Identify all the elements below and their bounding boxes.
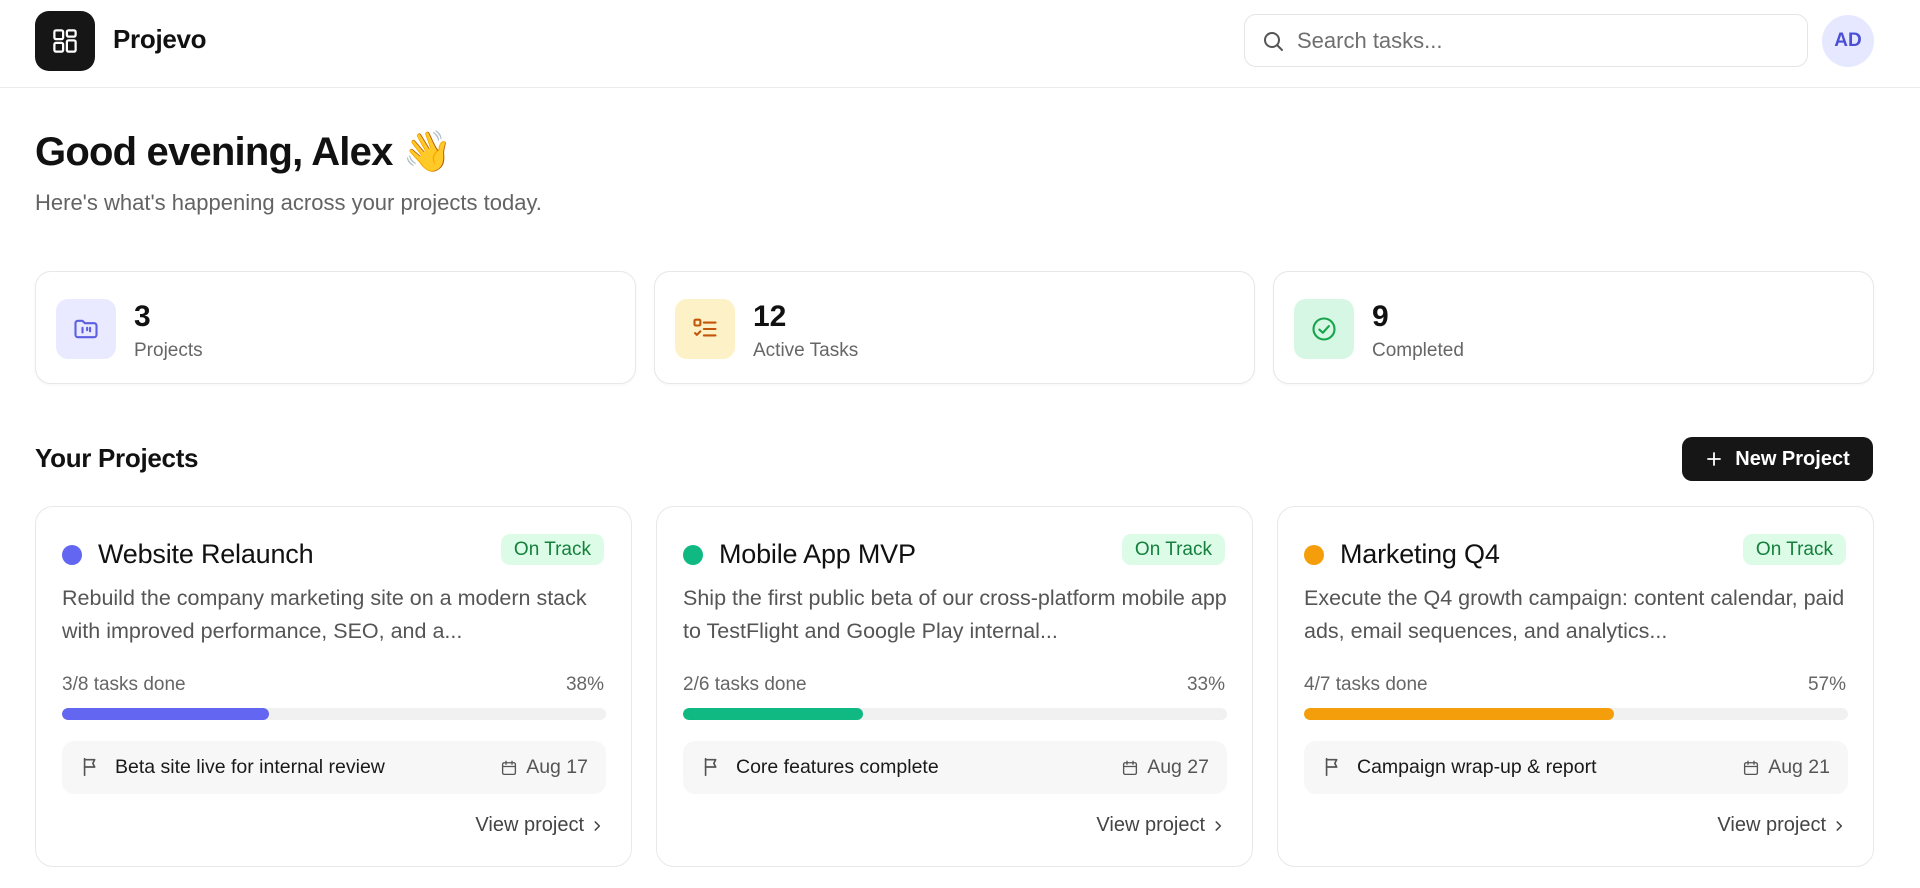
milestone-date-wrap: Aug 27 — [1121, 756, 1209, 779]
progress-percent: 57% — [1807, 674, 1846, 695]
progress-fill — [683, 708, 863, 720]
user-avatar[interactable]: AD — [1822, 15, 1874, 67]
milestone-date: Aug 27 — [1147, 756, 1209, 778]
dashboard-grid-icon — [53, 29, 77, 53]
project-color-dot — [62, 545, 82, 565]
stat-value: 12 — [753, 300, 787, 333]
task-list-icon — [675, 299, 735, 359]
check-circle-icon — [1294, 299, 1354, 359]
search-icon — [1261, 28, 1287, 54]
milestone: Core features complete Aug 27 — [683, 741, 1227, 794]
tasks-done: 3/8 tasks done — [62, 674, 186, 695]
view-project-label: View project — [475, 814, 584, 836]
top-bar: Projevo AD — [0, 0, 1920, 88]
brand-name: Projevo — [113, 24, 207, 54]
flag-icon — [80, 756, 102, 778]
milestone-date-wrap: Aug 17 — [500, 756, 588, 779]
progress-fill — [62, 708, 269, 720]
milestone-date-wrap: Aug 21 — [1742, 756, 1830, 779]
view-project-label: View project — [1717, 814, 1826, 836]
greeting-subtitle: Here's what's happening across your proj… — [35, 190, 542, 215]
status-badge: On Track — [1121, 534, 1225, 565]
milestone-title: Core features complete — [736, 756, 939, 778]
project-title: Mobile App MVP — [719, 539, 916, 569]
tasks-done: 4/7 tasks done — [1304, 674, 1428, 695]
folder-icon — [56, 299, 116, 359]
new-project-button[interactable]: New Project — [1682, 437, 1873, 481]
project-color-dot — [1304, 545, 1324, 565]
stat-value: 9 — [1372, 300, 1389, 333]
project-card[interactable]: Website Relaunch On Track Rebuild the co… — [35, 506, 632, 867]
progress-bar — [1304, 708, 1848, 720]
project-color-dot — [683, 545, 703, 565]
stat-label: Projects — [134, 340, 203, 361]
chevron-right-icon — [590, 819, 604, 833]
flag-icon — [1322, 756, 1344, 778]
stat-label: Completed — [1372, 340, 1464, 361]
progress-bar — [62, 708, 606, 720]
progress-percent: 33% — [1186, 674, 1225, 695]
milestone: Beta site live for internal review Aug 1… — [62, 741, 606, 794]
progress-fill — [1304, 708, 1615, 720]
milestone: Campaign wrap-up & report Aug 21 — [1304, 741, 1848, 794]
calendar-icon — [500, 759, 518, 777]
status-badge: On Track — [1742, 534, 1846, 565]
view-project-link[interactable]: View project — [1096, 814, 1225, 837]
calendar-icon — [1121, 759, 1139, 777]
stat-value: 3 — [134, 300, 151, 333]
search-input[interactable] — [1297, 27, 1777, 54]
stat-card-completed: 9 Completed — [1273, 271, 1874, 384]
status-badge: On Track — [500, 534, 604, 565]
project-card[interactable]: Mobile App MVP On Track Ship the first p… — [656, 506, 1253, 867]
progress-bar — [683, 708, 1227, 720]
milestone-title: Beta site live for internal review — [115, 756, 385, 778]
project-card[interactable]: Marketing Q4 On Track Execute the Q4 gro… — [1277, 506, 1874, 867]
chevron-right-icon — [1211, 819, 1225, 833]
flag-icon — [701, 756, 723, 778]
plus-icon — [1705, 450, 1723, 468]
new-project-label: New Project — [1735, 447, 1850, 470]
milestone-date: Aug 17 — [526, 756, 588, 778]
milestone-date: Aug 21 — [1768, 756, 1830, 778]
progress-percent: 38% — [565, 674, 604, 695]
greeting-title: Good evening, Alex 👋 — [35, 130, 453, 174]
stat-card-active-tasks: 12 Active Tasks — [654, 271, 1255, 384]
view-project-link[interactable]: View project — [475, 814, 604, 837]
project-description: Execute the Q4 growth campaign: content … — [1304, 586, 1845, 643]
stat-label: Active Tasks — [753, 340, 859, 361]
project-description: Ship the first public beta of our cross-… — [683, 586, 1227, 643]
search-box[interactable] — [1244, 14, 1808, 67]
calendar-icon — [1742, 759, 1760, 777]
milestone-title: Campaign wrap-up & report — [1357, 756, 1597, 778]
section-title: Your Projects — [35, 443, 199, 473]
app-logo[interactable] — [35, 11, 95, 71]
project-description: Rebuild the company marketing site on a … — [62, 586, 587, 643]
view-project-link[interactable]: View project — [1717, 814, 1846, 837]
view-project-label: View project — [1096, 814, 1205, 836]
project-title: Website Relaunch — [98, 539, 314, 569]
stat-card-projects: 3 Projects — [35, 271, 636, 384]
tasks-done: 2/6 tasks done — [683, 674, 807, 695]
chevron-right-icon — [1832, 819, 1846, 833]
project-title: Marketing Q4 — [1340, 539, 1500, 569]
